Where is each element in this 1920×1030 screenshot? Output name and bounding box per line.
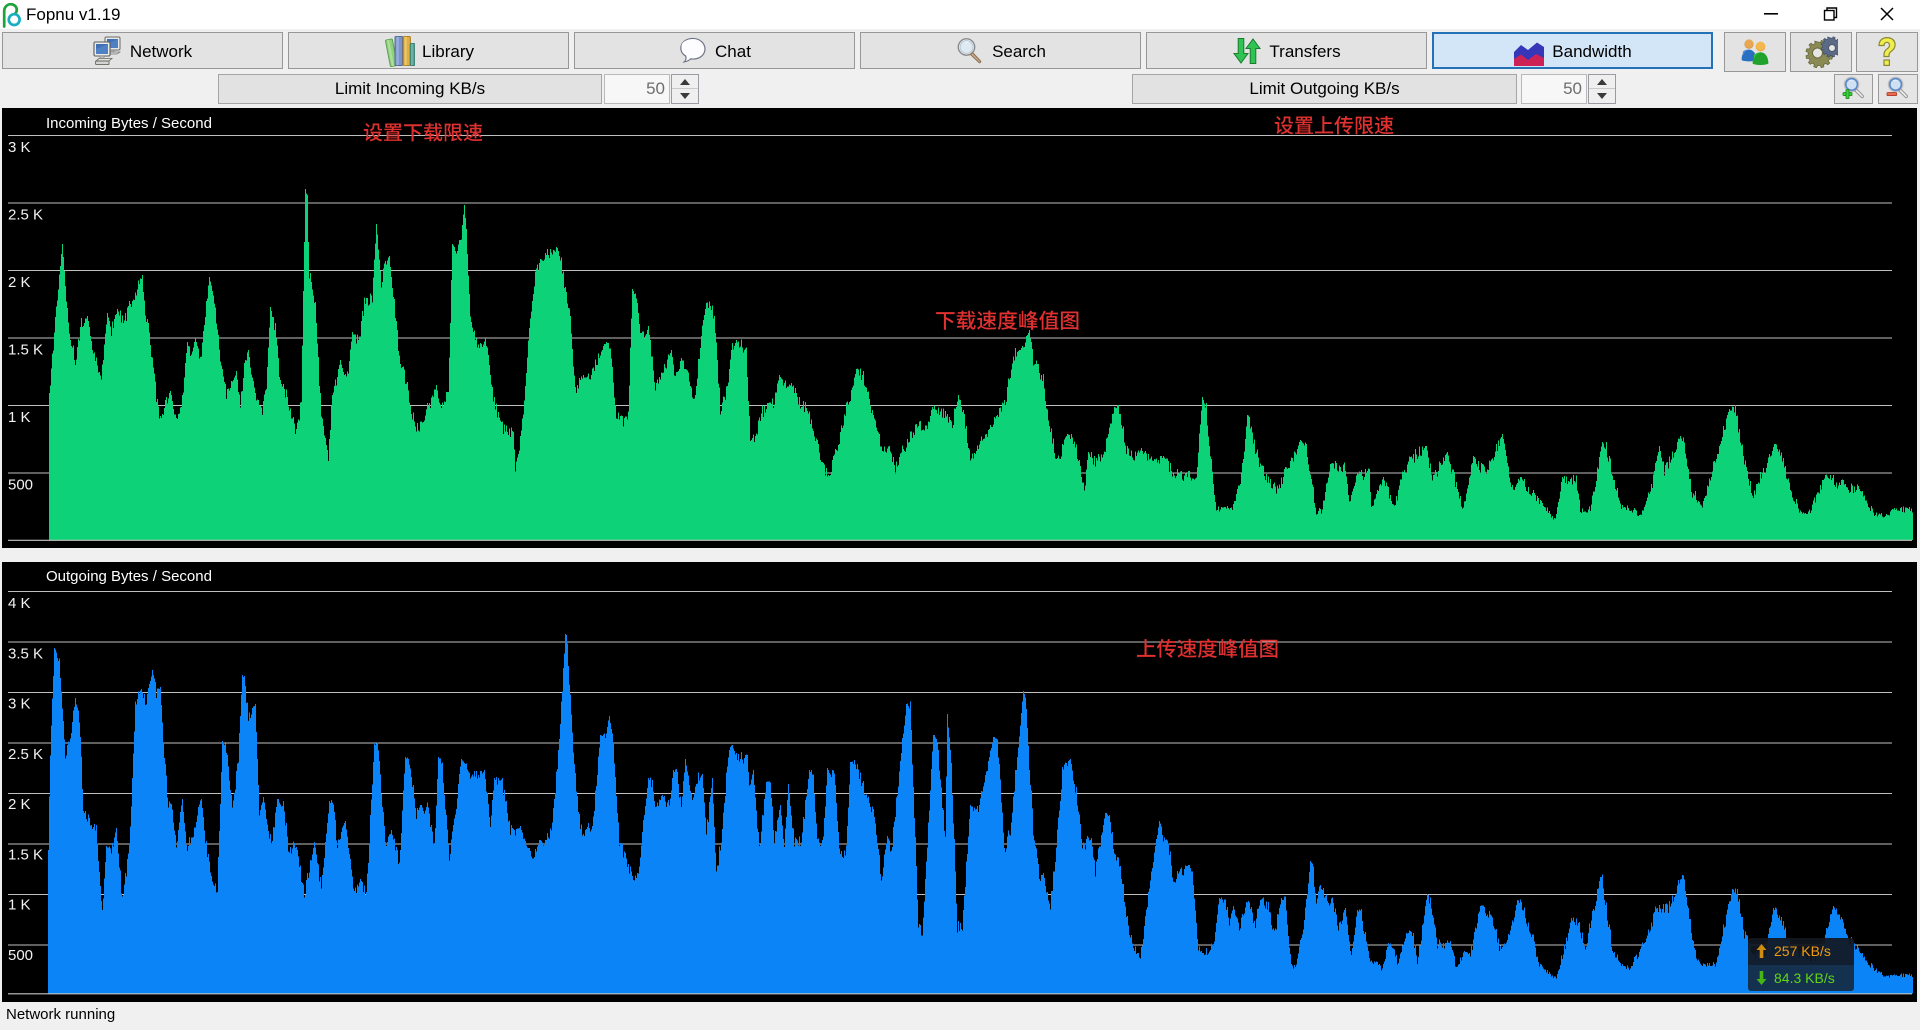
svg-text:4 K: 4 K (8, 595, 31, 612)
svg-text:1.5 K: 1.5 K (8, 342, 43, 359)
svg-text:3 K: 3 K (8, 696, 31, 713)
svg-text:Incoming Bytes / Second: Incoming Bytes / Second (46, 115, 212, 132)
svg-text:1.5 K: 1.5 K (8, 847, 43, 864)
svg-text:3 K: 3 K (8, 139, 31, 156)
svg-text:2.5 K: 2.5 K (8, 207, 43, 224)
svg-text:2 K: 2 K (8, 796, 31, 813)
svg-text:2 K: 2 K (8, 274, 31, 291)
svg-text:1 K: 1 K (8, 897, 31, 914)
svg-text:2.5 K: 2.5 K (8, 746, 43, 763)
svg-text:1 K: 1 K (8, 409, 31, 426)
svg-text:Outgoing Bytes / Second: Outgoing Bytes / Second (46, 568, 212, 585)
svg-text:500: 500 (8, 477, 33, 494)
svg-text:500: 500 (8, 947, 33, 964)
svg-text:3.5 K: 3.5 K (8, 646, 43, 663)
